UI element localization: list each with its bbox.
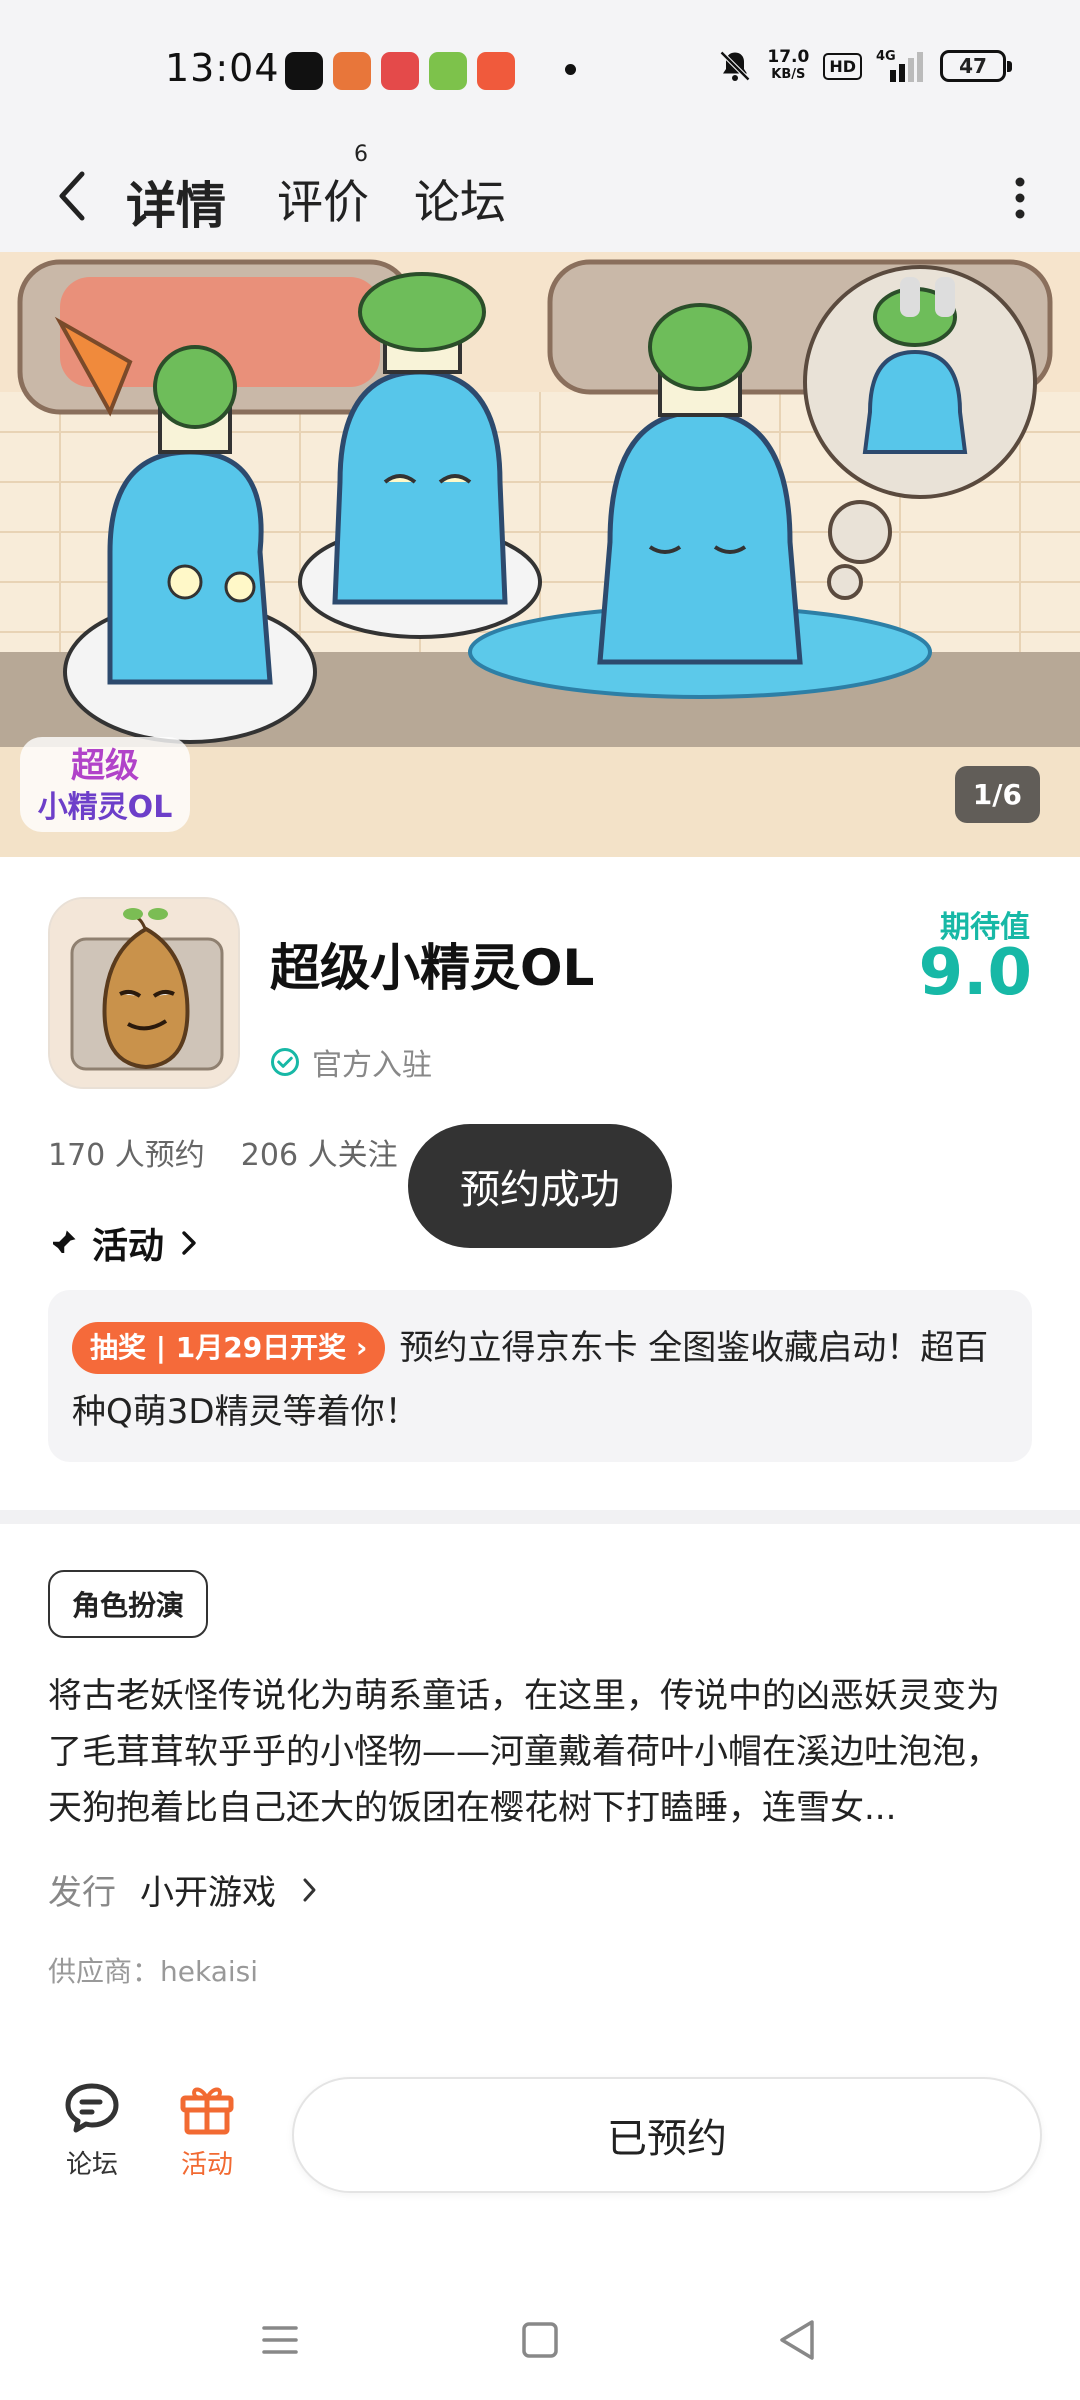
signal-icon: 4G	[876, 49, 923, 82]
hd-badge: HD	[823, 52, 862, 80]
battery-level: 47	[959, 54, 987, 78]
network-speed: 17.0 KB/S	[767, 48, 809, 84]
rating-value: 9.0	[918, 936, 1032, 1010]
network-speed-value: 17.0	[767, 47, 810, 67]
activity-card[interactable]: 抽奖 | 1月29日开奖 › 预约立得京东卡 全图鉴收藏启动！超百种Q萌3D精灵等…	[48, 1290, 1032, 1462]
app-notification-icon	[429, 52, 467, 90]
status-indicators: 17.0 KB/S HD 4G 47	[717, 48, 1012, 84]
publisher-label: 发行	[48, 1873, 116, 1913]
reservation-count: 170 人预约	[48, 1138, 205, 1173]
game-logo-line1: 超级	[71, 746, 139, 786]
bottom-activity-button[interactable]: 活动	[162, 2080, 252, 2181]
banner-counter: 1/6	[954, 766, 1040, 823]
activity-heading: 活动	[92, 1226, 165, 1267]
bottom-activity-label: 活动	[180, 2150, 233, 2180]
more-options-icon[interactable]	[1000, 160, 1040, 232]
banner-illustration: 超级 小精灵OL	[0, 252, 1080, 857]
reserved-button[interactable]: 已预约	[292, 2077, 1042, 2193]
chevron-right-icon	[303, 1878, 316, 1901]
menu-icon[interactable]	[250, 2310, 310, 2370]
tab-reviews[interactable]: 评价	[277, 166, 369, 232]
tab-forum[interactable]: 论坛	[414, 166, 506, 232]
tiktok-icon	[285, 52, 323, 90]
official-label: 官方入驻	[312, 1048, 432, 1083]
hero-banner[interactable]: 超级 小精灵OL 1/6	[0, 252, 1080, 857]
activity-header[interactable]: 活动	[48, 1217, 200, 1269]
game-logo: 超级 小精灵OL	[20, 737, 190, 832]
activity-content: 抽奖 | 1月29日开奖 › 预约立得京东卡 全图鉴收藏启动！超百种Q萌3D精灵等…	[72, 1316, 1008, 1444]
game-logo-line2: 小精灵OL	[38, 790, 173, 825]
mute-bell-icon	[720, 50, 751, 82]
publisher-row[interactable]: 发行 小开游戏	[48, 1865, 320, 1914]
status-bar: 13:04 17.0 KB/S HD 4G 47	[0, 0, 1080, 140]
verified-check-icon	[271, 1048, 299, 1076]
bottom-forum-label: 论坛	[65, 2150, 118, 2180]
home-square-icon[interactable]	[510, 2310, 570, 2370]
back-arrow-icon[interactable]	[48, 166, 98, 226]
forum-chat-icon	[65, 2083, 119, 2133]
back-triangle-icon[interactable]	[768, 2310, 828, 2370]
chevron-right-icon: ›	[355, 1331, 368, 1364]
stats-row: 170 人预约 206 人关注	[48, 1130, 398, 1174]
lottery-tag-label: 抽奖 | 1月29日开奖	[90, 1331, 347, 1364]
battery-icon: 47	[940, 50, 1012, 82]
publisher-name: 小开游戏	[140, 1873, 276, 1913]
status-time: 13:04	[165, 46, 280, 90]
app-name: 超级小精灵OL	[270, 939, 595, 997]
network-speed-unit: KB/S	[771, 67, 806, 82]
toast-message: 预约成功	[408, 1124, 672, 1248]
supplier-info: 供应商：hekaisi	[48, 1955, 259, 1988]
app-icon	[48, 897, 240, 1089]
reviews-count-badge: 6	[354, 142, 368, 167]
gift-icon	[180, 2087, 234, 2135]
more-notifications-dot	[565, 64, 576, 75]
app-notification-icon	[381, 52, 419, 90]
lottery-tag[interactable]: 抽奖 | 1月29日开奖 ›	[72, 1322, 386, 1374]
follower-count: 206 人关注	[240, 1138, 398, 1173]
chevron-right-icon	[182, 1231, 196, 1255]
official-badge: 官方入驻	[270, 1040, 432, 1084]
potato-character-icon	[50, 899, 238, 1087]
pin-icon	[51, 1230, 76, 1255]
status-app-icons	[285, 52, 515, 90]
genre-tag[interactable]: 角色扮演	[48, 1570, 209, 1638]
app-notification-icon	[477, 52, 515, 90]
section-divider	[0, 1510, 1080, 1524]
top-nav-bar: 详情 评价 论坛	[0, 140, 1080, 252]
app-notification-icon	[333, 52, 371, 90]
bottom-forum-button[interactable]: 论坛	[47, 2080, 137, 2181]
tab-details[interactable]: 详情	[126, 166, 226, 238]
system-navigation-bar	[0, 2280, 1080, 2400]
game-description[interactable]: 将古老妖怪传说化为萌系童话，在这里，传说中的凶恶妖灵变为了毛茸茸软乎乎的小怪物—…	[48, 1668, 1032, 1836]
network-type: 4G	[876, 49, 896, 64]
